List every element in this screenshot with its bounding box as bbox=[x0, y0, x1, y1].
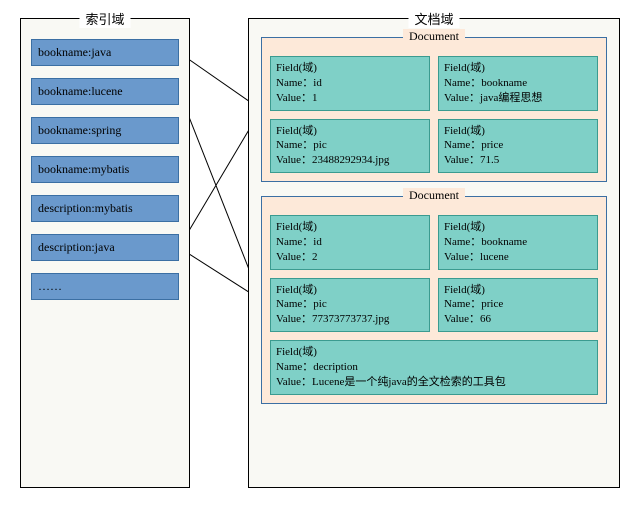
field-row: Field(域)Name：picValue：77373773737.jpgFie… bbox=[270, 278, 598, 333]
field-row: Field(域)Name：idValue：2Field(域)Name：bookn… bbox=[270, 215, 598, 270]
field-value: Value：lucene bbox=[444, 250, 592, 265]
field-box: Field(域)Name：booknameValue：java编程思想 bbox=[438, 56, 598, 111]
field-box: Field(域)Name：picValue：77373773737.jpg bbox=[270, 278, 430, 333]
field-header: Field(域) bbox=[444, 61, 592, 76]
document-1: DocumentField(域)Name：idValue：2Field(域)Na… bbox=[261, 196, 607, 404]
index-item-2: bookname:spring bbox=[31, 117, 179, 144]
index-panel-title: 索引域 bbox=[79, 9, 130, 28]
field-row: Field(域)Name：idValue：1Field(域)Name：bookn… bbox=[270, 56, 598, 111]
field-header: Field(域) bbox=[444, 220, 592, 235]
field-name: Name：decription bbox=[276, 360, 592, 375]
field-name: Name：bookname bbox=[444, 76, 592, 91]
diagram-canvas: 索引域 bookname:java bookname:lucene bookname… bbox=[0, 0, 640, 505]
index-item-3: bookname:mybatis bbox=[31, 156, 179, 183]
field-name: Name：pic bbox=[276, 138, 424, 153]
document-panel-title: 文档域 bbox=[408, 9, 459, 28]
field-name: Name：price bbox=[444, 138, 592, 153]
field-name: Name：id bbox=[276, 76, 424, 91]
index-item-5: description:java bbox=[31, 234, 179, 261]
field-value: Value：java编程思想 bbox=[444, 91, 592, 106]
field-header: Field(域) bbox=[276, 283, 424, 298]
field-row: Field(域)Name：picValue：23488292934.jpgFie… bbox=[270, 119, 598, 174]
field-value: Value：77373773737.jpg bbox=[276, 312, 424, 327]
field-box: Field(域)Name：decriptionValue：Lucene是一个纯j… bbox=[270, 340, 598, 395]
index-panel: 索引域 bookname:javabookname:lucenebookname… bbox=[20, 18, 190, 488]
index-item-4: description:mybatis bbox=[31, 195, 179, 222]
field-row: Field(域)Name：decriptionValue：Lucene是一个纯j… bbox=[270, 340, 598, 395]
field-box: Field(域)Name：picValue：23488292934.jpg bbox=[270, 119, 430, 174]
field-box: Field(域)Name：priceValue：66 bbox=[438, 278, 598, 333]
field-header: Field(域) bbox=[444, 283, 592, 298]
field-name: Name：bookname bbox=[444, 235, 592, 250]
field-header: Field(域) bbox=[444, 124, 592, 139]
document-title: Document bbox=[403, 188, 465, 203]
field-name: Name：price bbox=[444, 297, 592, 312]
field-box: Field(域)Name：idValue：2 bbox=[270, 215, 430, 270]
field-header: Field(域) bbox=[276, 345, 592, 360]
field-box: Field(域)Name：priceValue：71.5 bbox=[438, 119, 598, 174]
field-value: Value：23488292934.jpg bbox=[276, 153, 424, 168]
index-item-0: bookname:java bbox=[31, 39, 179, 66]
field-box: Field(域)Name：idValue：1 bbox=[270, 56, 430, 111]
field-header: Field(域) bbox=[276, 220, 424, 235]
index-item-6: …… bbox=[31, 273, 179, 300]
document-panel: 文档域 DocumentField(域)Name：idValue：1Field(… bbox=[248, 18, 620, 488]
document-0: DocumentField(域)Name：idValue：1Field(域)Na… bbox=[261, 37, 607, 182]
field-header: Field(域) bbox=[276, 124, 424, 139]
field-value: Value：1 bbox=[276, 91, 424, 106]
field-header: Field(域) bbox=[276, 61, 424, 76]
field-value: Value：Lucene是一个纯java的全文检索的工具包 bbox=[276, 375, 592, 390]
document-title: Document bbox=[403, 29, 465, 44]
index-item-1: bookname:lucene bbox=[31, 78, 179, 105]
field-value: Value：66 bbox=[444, 312, 592, 327]
field-value: Value：2 bbox=[276, 250, 424, 265]
field-name: Name：id bbox=[276, 235, 424, 250]
field-value: Value：71.5 bbox=[444, 153, 592, 168]
field-name: Name：pic bbox=[276, 297, 424, 312]
field-box: Field(域)Name：booknameValue：lucene bbox=[438, 215, 598, 270]
